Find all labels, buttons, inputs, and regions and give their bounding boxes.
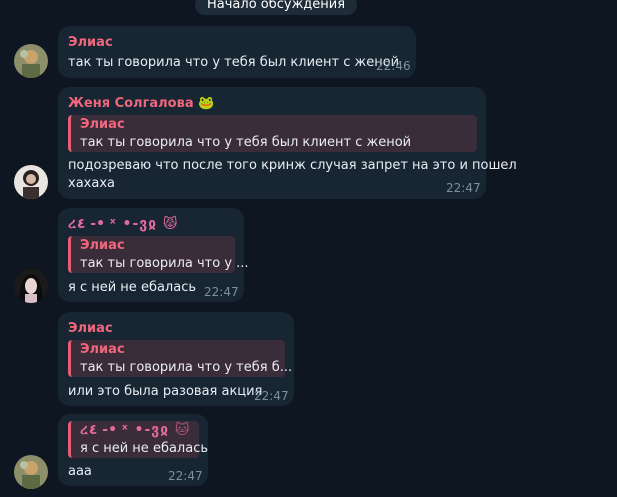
frog-emoji-icon: 🐸 [198,96,215,111]
avatar[interactable] [14,269,48,303]
reply-quote[interactable]: Элиас так ты говорила что у тебя б... [68,340,292,377]
message-time: 22:46 [376,59,411,73]
author-name[interactable]: Женя Солгалова 🐸 [68,96,214,111]
reply-text: так ты говорила что у тебя был клиент с … [80,135,412,150]
reply-quote[interactable]: ረ٤ -• ˣ •-ვჲ 🐱 я с ней не ебалась [68,421,208,458]
message-time: 22:47 [254,389,289,403]
author-name-text: ረ٤ -• ˣ •-ვჲ [68,216,157,232]
message-time: 22:47 [168,469,203,483]
message-bubble[interactable]: ረ٤ -• ˣ •-ვჲ 🐱 я с ней не ебалась ааа 22… [58,414,208,486]
author-name[interactable]: Элиас [68,321,113,336]
reply-text: я с ней не ебалась [80,441,209,456]
message-text-line2: хахаха [68,176,115,191]
message-text: ааа [68,464,92,479]
reply-quote[interactable]: Элиас так ты говорила что у ... [68,236,249,273]
message-bubble[interactable]: Элиас так ты говорила что у тебя был кли… [58,26,416,78]
reply-text: так ты говорила что у тебя б... [80,360,293,375]
message-time: 22:47 [204,285,239,299]
reply-author: Элиас [80,117,125,132]
reply-quote[interactable]: Элиас так ты говорила что у тебя был кли… [68,115,477,152]
message-text: так ты говорила что у тебя был клиент с … [68,55,400,70]
avatar[interactable] [14,165,48,199]
message-text: я с ней не ебалась [68,280,197,295]
cat-emoji-icon: 😾 [162,216,178,232]
message-bubble[interactable]: Женя Солгалова 🐸 Элиас так ты говорила ч… [58,87,517,199]
discussion-start-pill: Начало обсуждения [195,0,358,15]
message-bubble[interactable]: Элиас Элиас так ты говорила что у тебя б… [58,312,294,406]
message-text: подозреваю что после того кринж случая з… [68,158,517,173]
avatar[interactable] [14,44,48,78]
reply-author: ረ٤ -• ˣ •-ვჲ 🐱 [80,422,189,438]
reply-text: так ты говорила что у ... [80,256,249,271]
author-name[interactable]: ረ٤ -• ˣ •-ვჲ 😾 [68,216,177,232]
reply-author: Элиас [80,238,125,253]
message-bubble[interactable]: ረ٤ -• ˣ •-ვჲ 😾 Элиас так ты говорила что… [58,208,249,302]
reply-author-text: ረ٤ -• ˣ •-ვჲ [80,422,169,438]
reply-author: Элиас [80,342,125,357]
kitty-emoji-icon: 🐱 [174,422,190,438]
author-name[interactable]: Элиас [68,35,113,50]
message-time: 22:47 [446,181,481,195]
author-name-text: Женя Солгалова [68,96,194,111]
avatar[interactable] [14,455,48,489]
message-text: или это была разовая акция [68,384,263,399]
